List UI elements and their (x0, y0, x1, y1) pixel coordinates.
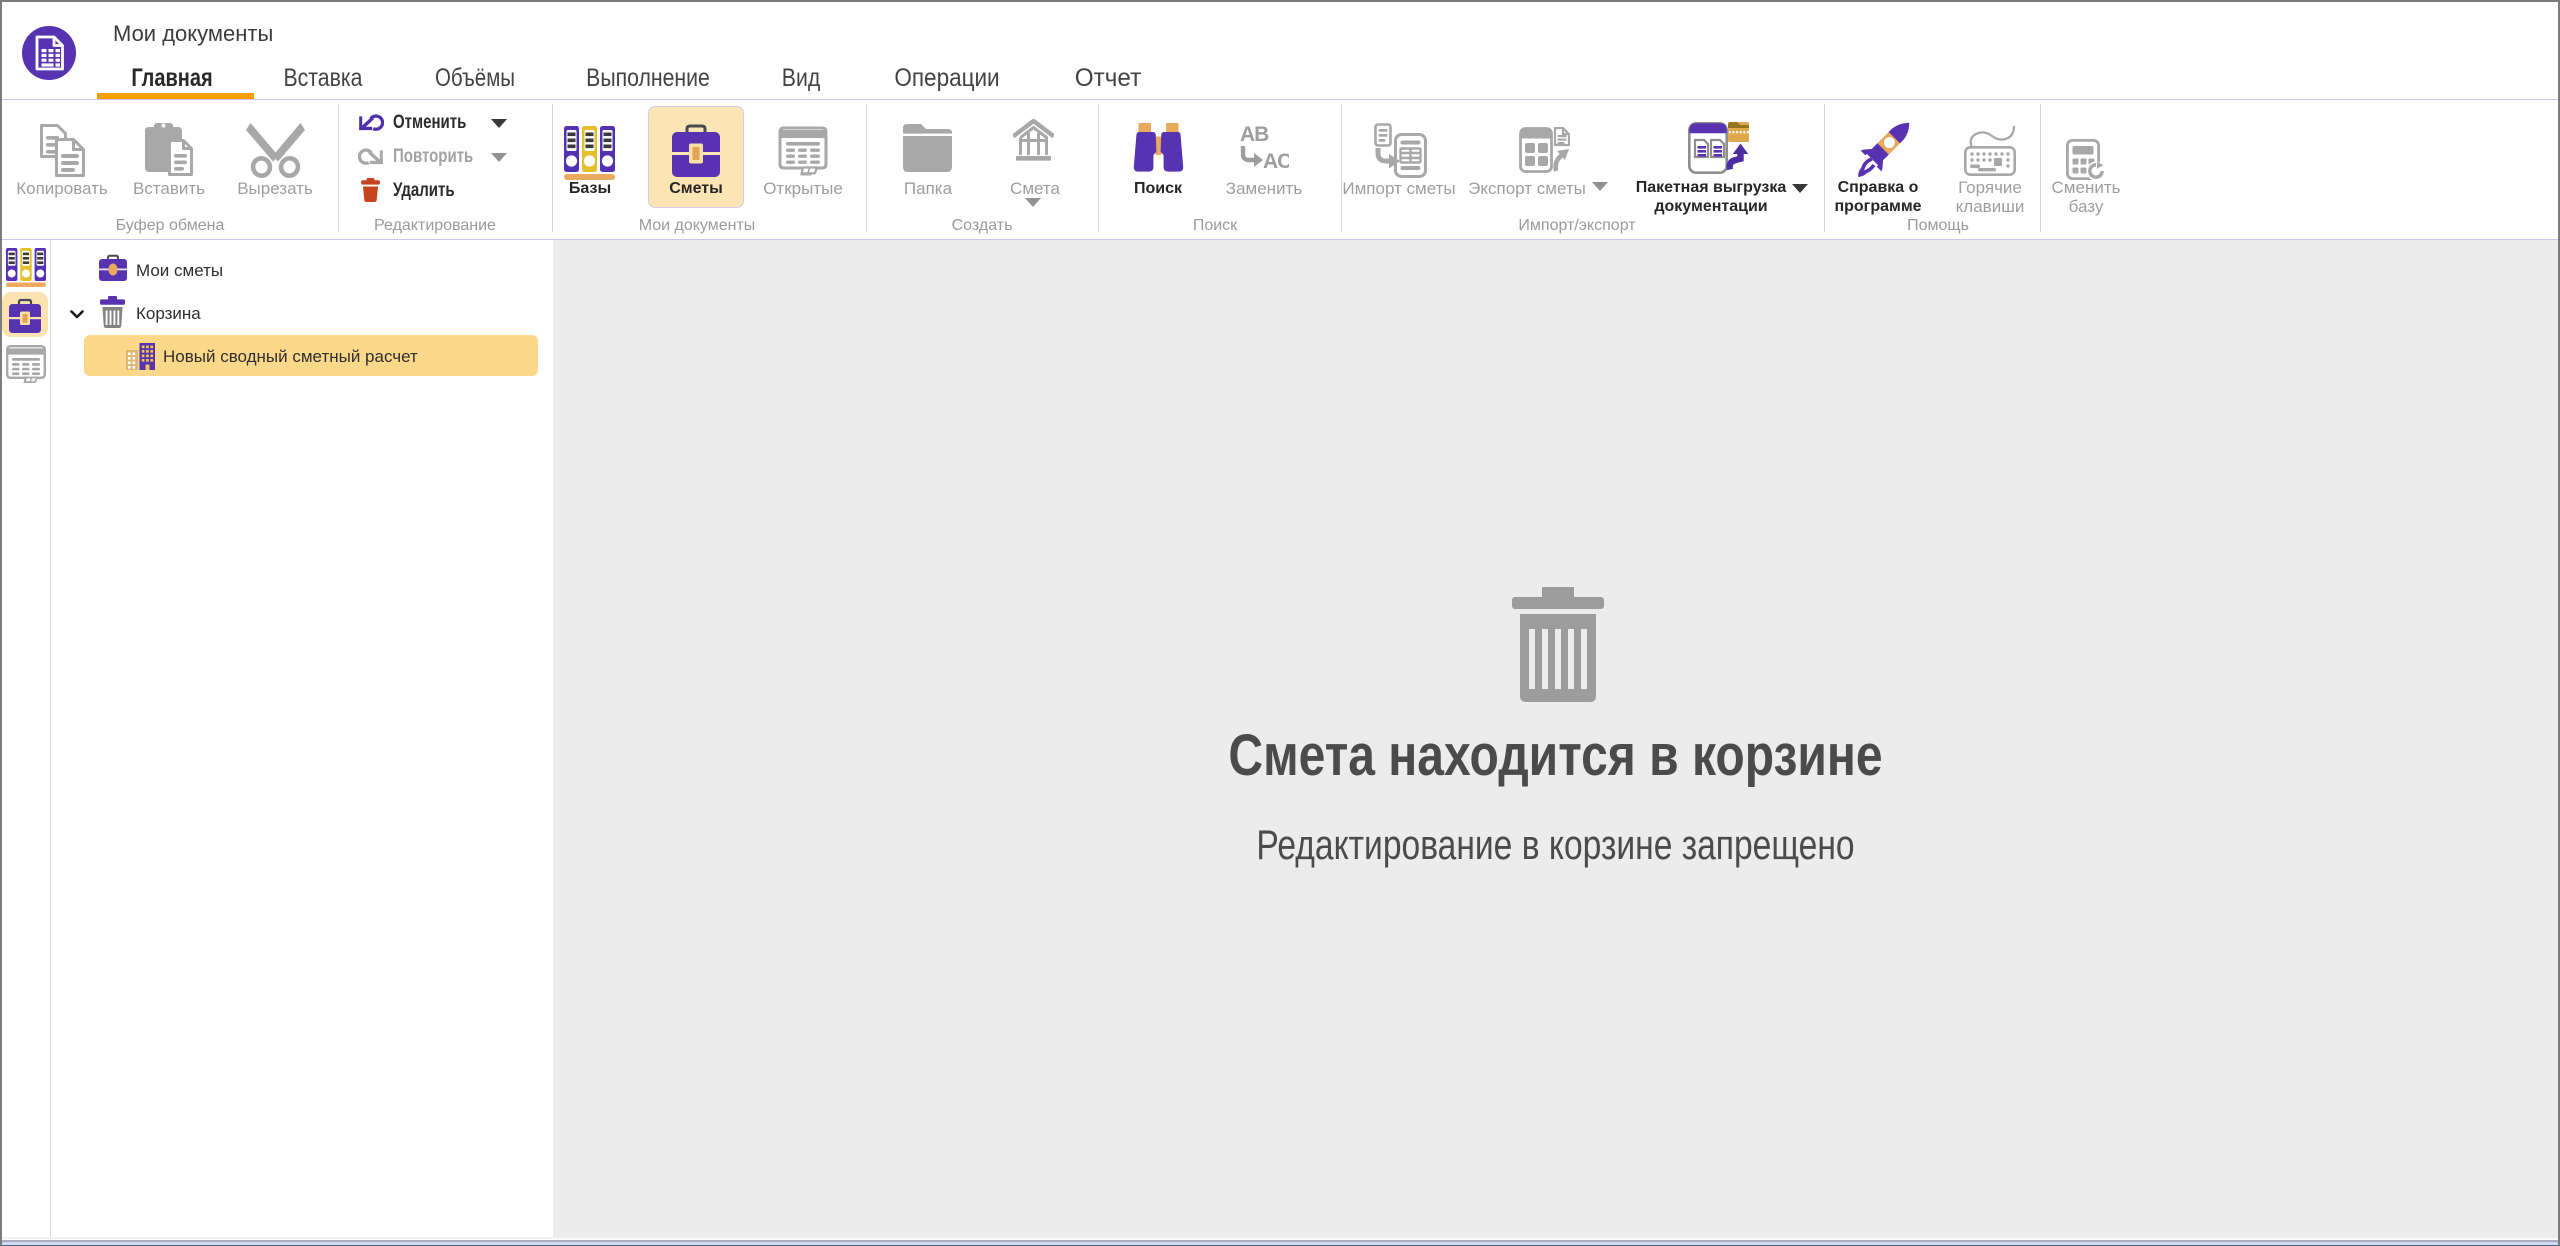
svg-text:AC: AC (1263, 150, 1289, 169)
svg-text:AB: AB (1240, 124, 1269, 146)
